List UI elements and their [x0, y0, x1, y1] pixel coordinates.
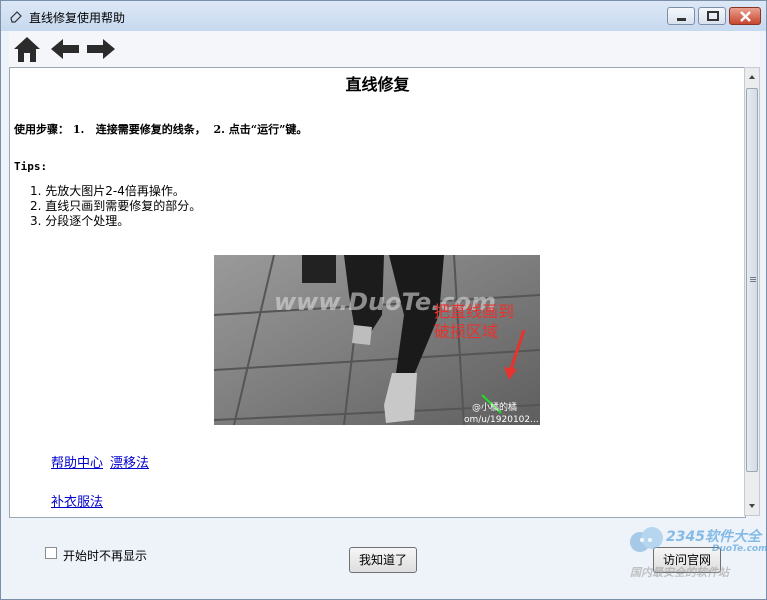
tip-item: 2. 直线只画到需要修复的部分。 — [30, 199, 202, 213]
link-patch-method[interactable]: 补衣服法 — [51, 491, 103, 510]
page-title: 直线修复 — [345, 75, 410, 94]
brand-watermark-footer: 国内最安全的软件站 — [630, 566, 729, 579]
annotation-line-1: 把直线画到 — [434, 302, 514, 321]
minimize-icon — [677, 18, 686, 21]
scroll-down-icon[interactable] — [745, 498, 759, 514]
tip-item: 3. 分段逐个处理。 — [30, 214, 130, 228]
dont-show-label: 开始时不再显示 — [63, 549, 148, 563]
got-it-button[interactable]: 我知道了 — [349, 547, 417, 573]
maximize-icon — [707, 11, 719, 21]
brand-watermark: 2345软件大全 DuoTe.com 国内最安全的软件站 — [628, 520, 767, 584]
help-window: 直线修复使用帮助 直线修复 使用步骤： 1. 连接需要修复的线条， 2. 点击“… — [0, 0, 767, 600]
dont-show-checkbox[interactable] — [45, 547, 57, 559]
vertical-scrollbar[interactable] — [744, 67, 760, 516]
cloud-logo-icon — [630, 527, 663, 552]
scroll-up-icon[interactable] — [745, 69, 759, 85]
minimize-button[interactable] — [667, 7, 695, 25]
scroll-thumb[interactable] — [746, 88, 758, 472]
tip-item: 1. 先放大图片2-4倍再操作。 — [30, 184, 185, 198]
maximize-button[interactable] — [698, 7, 726, 25]
close-button[interactable] — [729, 7, 761, 25]
title-bar[interactable]: 直线修复使用帮助 — [1, 1, 766, 31]
tips-list: 1. 先放大图片2-4倍再操作。 2. 直线只画到需要修复的部分。 3. 分段逐… — [30, 184, 201, 229]
link-help-center[interactable]: 帮助中心 — [51, 452, 103, 471]
annotation-line-2: 破损区域 — [434, 322, 498, 341]
link-drift-method[interactable]: 漂移法 — [110, 452, 149, 471]
help-content: 直线修复 使用步骤： 1. 连接需要修复的线条， 2. 点击“运行”键。 Tip… — [9, 67, 746, 518]
forward-arrow-icon[interactable] — [85, 33, 117, 65]
toolbar — [9, 31, 760, 67]
home-icon[interactable] — [11, 33, 43, 65]
back-arrow-icon[interactable] — [49, 33, 81, 65]
tips-label: Tips: — [14, 160, 48, 173]
example-photo: www.DuoTe.com 把直线画到 破损区域 @小橘的橘 om/u/1920… — [214, 255, 540, 425]
close-icon — [740, 11, 751, 22]
photo-credit: @小橘的橘 — [472, 401, 517, 413]
brand-watermark-sub: DuoTe.com — [712, 544, 767, 554]
eraser-icon — [10, 11, 22, 23]
usage-steps: 使用步骤： 1. 连接需要修复的线条， 2. 点击“运行”键。 — [14, 123, 308, 136]
photo-credit-url: om/u/1920102... — [464, 415, 539, 425]
brand-watermark-text: 2345软件大全 — [666, 529, 761, 545]
window-title: 直线修复使用帮助 — [29, 11, 126, 25]
